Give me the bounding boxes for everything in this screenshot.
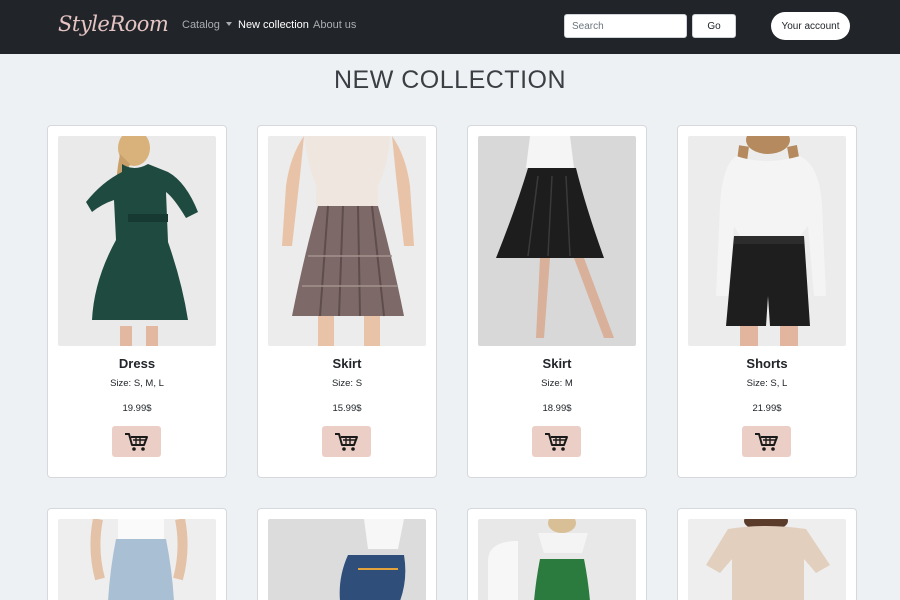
product-price: 15.99$ — [332, 403, 362, 414]
product-name: Shorts — [746, 356, 788, 371]
product-card: Shorts Size: S, L 21.99$ — [677, 125, 857, 478]
product-card — [467, 508, 647, 600]
product-size: Size: M — [541, 378, 573, 389]
product-image[interactable] — [688, 136, 846, 346]
add-to-cart-button[interactable] — [112, 426, 161, 457]
brand-logo[interactable]: StyleRoom — [58, 12, 169, 36]
product-image[interactable] — [58, 519, 216, 600]
product-card: Skirt Size: M 18.99$ — [467, 125, 647, 478]
product-card — [47, 508, 227, 600]
nav-catalog[interactable]: Catalog — [182, 19, 232, 31]
product-size: Size: S — [331, 378, 363, 389]
search-input[interactable] — [564, 14, 687, 38]
product-image[interactable] — [268, 136, 426, 346]
add-to-cart-button[interactable] — [322, 426, 371, 457]
product-size: Size: S, M, L — [110, 378, 164, 389]
product-image[interactable] — [268, 519, 426, 600]
nav-catalog-label: Catalog — [182, 19, 220, 31]
account-button[interactable]: Your account — [771, 12, 850, 40]
product-name: Dress — [118, 356, 156, 371]
cart-icon — [334, 432, 358, 451]
go-button[interactable]: Go — [692, 14, 736, 38]
product-price: 18.99$ — [542, 403, 572, 414]
add-to-cart-button[interactable] — [742, 426, 791, 457]
product-image[interactable] — [688, 519, 846, 600]
product-image[interactable] — [478, 519, 636, 600]
product-card — [257, 508, 437, 600]
nav-new-collection[interactable]: New collection — [238, 19, 309, 31]
product-size: Size: S, L — [746, 378, 788, 389]
product-card — [677, 508, 857, 600]
cart-icon — [754, 432, 778, 451]
navbar: StyleRoom Catalog New collection About u… — [0, 0, 900, 54]
product-image[interactable] — [478, 136, 636, 346]
chevron-down-icon — [225, 22, 232, 26]
product-price: 21.99$ — [752, 403, 782, 414]
product-image[interactable] — [58, 136, 216, 346]
product-price: 19.99$ — [122, 403, 152, 414]
cart-icon — [544, 432, 568, 451]
nav-about-us[interactable]: About us — [313, 19, 356, 31]
add-to-cart-button[interactable] — [532, 426, 581, 457]
page-title: NEW COLLECTION — [333, 66, 567, 94]
cart-icon — [124, 432, 148, 451]
product-card: Skirt Size: S 15.99$ — [257, 125, 437, 478]
product-card: Dress Size: S, M, L 19.99$ — [47, 125, 227, 478]
product-name: Skirt — [332, 356, 362, 371]
product-name: Skirt — [542, 356, 572, 371]
